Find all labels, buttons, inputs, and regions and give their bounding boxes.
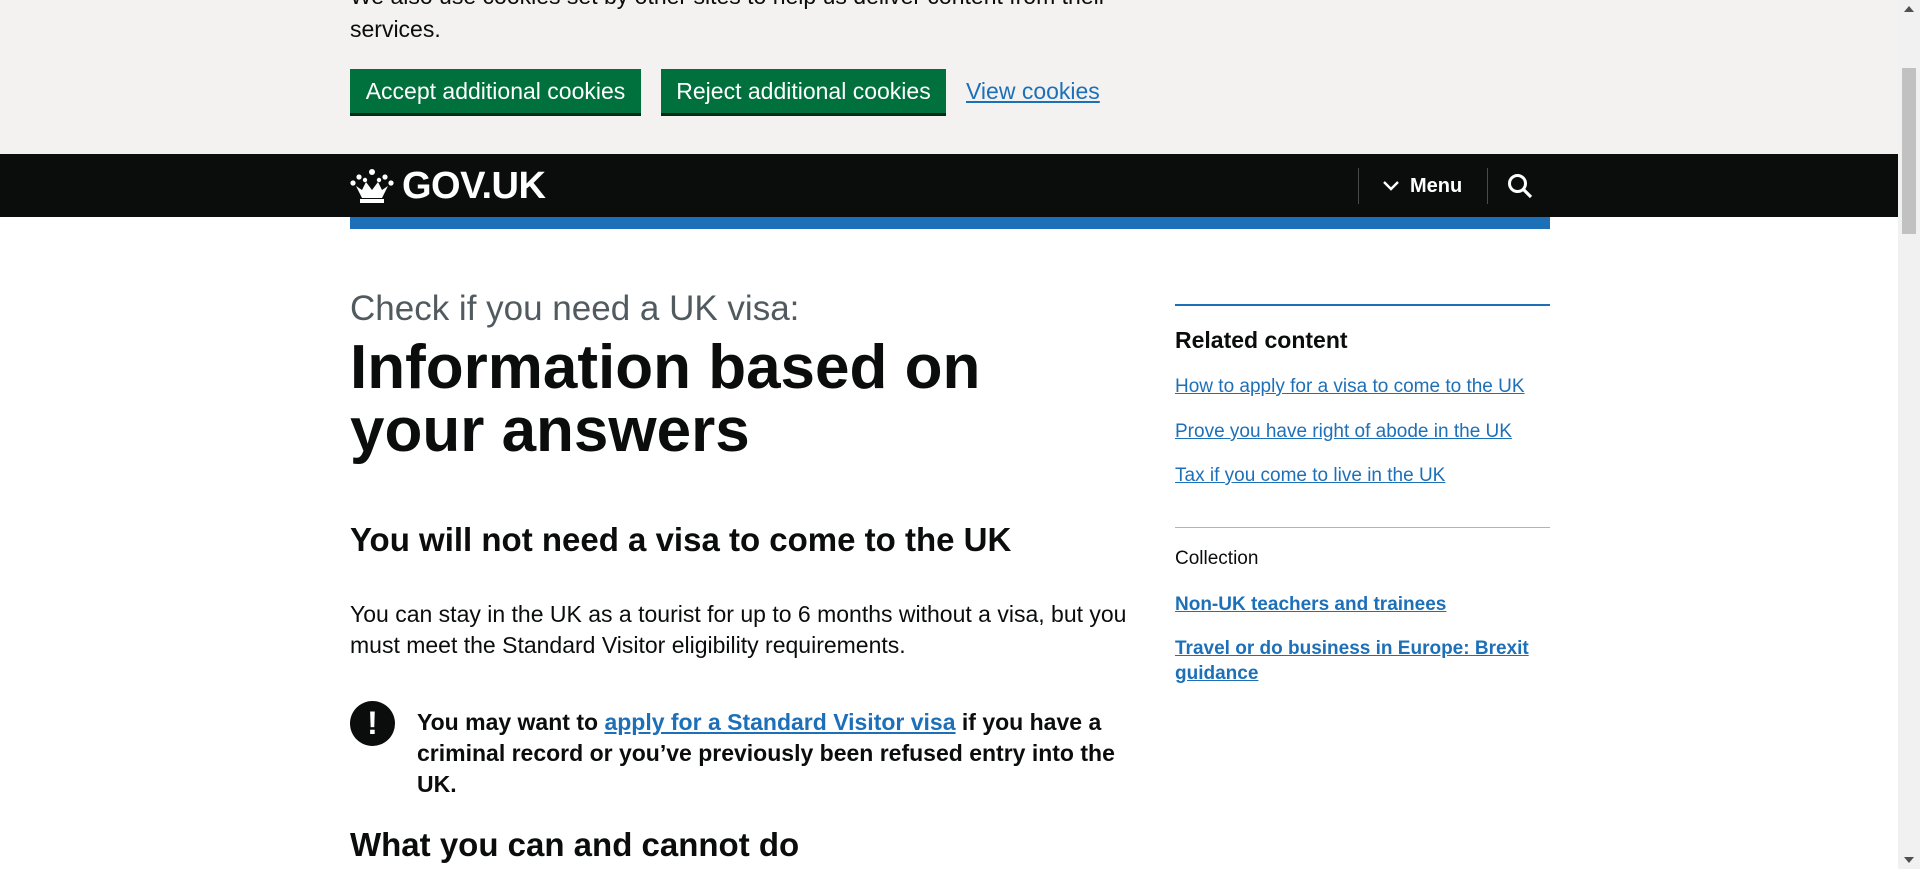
menu-button[interactable]: Menu — [1382, 168, 1462, 204]
scrollbar-thumb[interactable] — [1902, 68, 1916, 234]
accept-cookies-button[interactable]: Accept additional cookies — [350, 69, 641, 113]
collection-label: Collection — [1175, 548, 1259, 569]
standard-visitor-visa-link[interactable]: apply for a Standard Visitor visa — [604, 709, 955, 735]
related-link[interactable]: Prove you have right of abode in the UK — [1175, 421, 1512, 443]
page-title: Information based on your answers — [350, 333, 981, 465]
header-blue-bar — [350, 217, 1550, 229]
related-link[interactable]: How to apply for a visa to come to the U… — [1175, 376, 1525, 398]
page-scrollbar[interactable] — [1898, 0, 1920, 869]
search-toggle-button[interactable] — [1488, 163, 1552, 209]
search-icon — [1508, 174, 1533, 199]
header-divider — [1358, 168, 1359, 204]
related-link[interactable]: Tax if you come to live in the UK — [1175, 465, 1445, 487]
reject-cookies-button[interactable]: Reject additional cookies — [661, 69, 946, 113]
warning-prefix: You may want to — [417, 709, 605, 735]
govuk-logo-link[interactable]: GOV.UK — [350, 164, 546, 208]
scroll-down-arrow-icon[interactable] — [1898, 851, 1920, 869]
sidebar-divider — [1175, 527, 1550, 528]
menu-label: Menu — [1410, 174, 1463, 197]
warning-icon: ! — [350, 701, 395, 746]
scroll-up-arrow-icon[interactable] — [1898, 0, 1920, 18]
cookie-text-line2: services. — [350, 16, 441, 42]
result-heading: You will not need a visa to come to the … — [350, 521, 1012, 558]
page: We also use cookies set by other sites t… — [0, 0, 1920, 869]
result-body: You can stay in the UK as a tourist for … — [350, 601, 1127, 658]
site-header: GOV.UK Menu — [0, 154, 1898, 217]
cookie-banner-text: We also use cookies set by other sites t… — [350, 0, 1170, 46]
logo-text: GOV.UK — [402, 164, 546, 207]
warning-text: You may want to apply for a Standard Vis… — [417, 707, 1137, 800]
collection-link[interactable]: Travel or do business in Europe: Brexit … — [1175, 636, 1550, 686]
cookie-banner: We also use cookies set by other sites t… — [0, 0, 1898, 154]
chevron-down-icon — [1383, 181, 1399, 191]
cookie-text-line1: We also use cookies set by other sites t… — [350, 0, 1170, 13]
view-cookies-link[interactable]: View cookies — [966, 78, 1100, 105]
can-cannot-do-heading: What you can and cannot do — [350, 826, 800, 863]
collection-link[interactable]: Non-UK teachers and trainees — [1175, 592, 1550, 617]
page-caption: Check if you need a UK visa: — [350, 289, 800, 328]
related-content-heading: Related content — [1175, 327, 1348, 353]
crown-icon — [350, 169, 394, 203]
related-content-border — [1175, 304, 1550, 306]
